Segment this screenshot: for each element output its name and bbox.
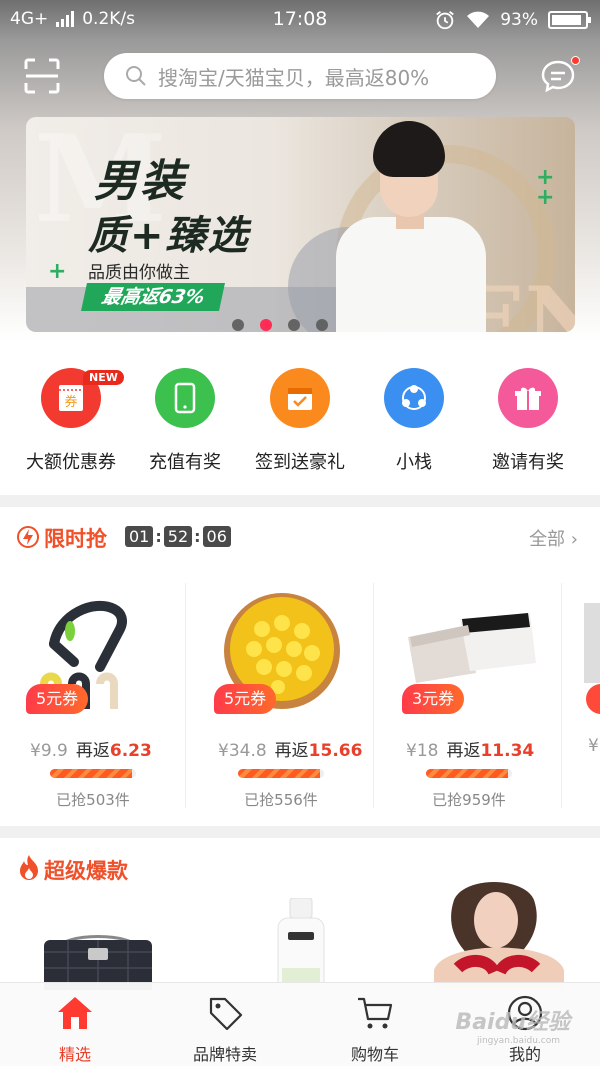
product-image-bottle[interactable] (276, 898, 326, 990)
wifi-icon (467, 11, 490, 28)
carousel-dots[interactable] (232, 319, 328, 331)
tab-brand-sale[interactable]: 品牌特卖 (150, 993, 300, 1065)
alarm-icon (436, 11, 455, 30)
timer-hours: 01 (125, 526, 154, 547)
home-icon (58, 997, 92, 1029)
carousel-dot[interactable] (288, 319, 300, 331)
tab-cart[interactable]: 购物车 (300, 993, 450, 1065)
flash-sale-header: 限时抢 01: 52: 06 全部 › (0, 517, 600, 557)
quick-item-invite[interactable]: 邀请有奖 (468, 368, 588, 474)
quick-item-shop[interactable]: 小栈 (354, 368, 474, 474)
share-nodes-icon (384, 368, 444, 428)
tab-label: 品牌特卖 (192, 1045, 257, 1064)
svg-text:券: 券 (64, 394, 77, 410)
product-card[interactable]: 5元券 ¥34.8 再返15.66 已抢556件 (188, 583, 374, 811)
product-card-partial[interactable]: ¥ (564, 583, 600, 811)
new-badge: NEW (83, 370, 124, 385)
price-line: ¥34.8 再返15.66 (218, 741, 363, 761)
quick-item-coupon[interactable]: 券 NEW 大额优惠券 (11, 368, 131, 474)
view-all-link[interactable]: 全部 › (529, 525, 578, 551)
sold-count: 已抢959件 (432, 791, 506, 809)
coupon-icon: 券 NEW (41, 368, 124, 428)
flash-sale-products: 5元券 ¥9.9 再返6.23 已抢503件 5元券 ¥34.8 再返15.66 已… (0, 583, 600, 813)
carousel-dot-active[interactable] (260, 319, 272, 331)
timer-minutes: 52 (163, 526, 193, 547)
tab-featured[interactable]: 精选 (0, 993, 150, 1065)
tab-label: 购物车 (350, 1045, 399, 1064)
calendar-icon (270, 368, 330, 428)
banner-title-2: 质+臻选 (88, 213, 250, 259)
coupon-tag: 5元券 (26, 684, 89, 714)
banner-title-1: 男装 (94, 156, 186, 207)
quick-item-label: 签到送豪礼 (255, 452, 345, 473)
coupon-tag: 3元券 (402, 684, 465, 714)
plus-decor-icon: + (48, 259, 67, 284)
product-card[interactable]: 5元券 ¥9.9 再返6.23 已抢503件 (0, 583, 186, 811)
flash-sale-title: 限时抢 (44, 527, 107, 551)
chevron-right-icon: › (570, 529, 578, 550)
product-image-lingerie-model[interactable] (414, 880, 584, 990)
model-image (326, 117, 496, 332)
lightning-icon (17, 526, 39, 548)
unread-dot (571, 56, 580, 65)
quick-item-label: 小栈 (396, 452, 432, 473)
search-input[interactable]: 搜淘宝/天猫宝贝，最高返80% (104, 53, 496, 99)
sold-count: 已抢556件 (244, 791, 318, 809)
product-image-handbag[interactable] (38, 930, 158, 990)
search-icon (126, 66, 146, 86)
watermark: Baidu经验 (455, 1010, 570, 1035)
banner-promo: 最高返63% (81, 283, 226, 311)
price-line: ¥9.9 再返6.23 (30, 741, 152, 761)
quick-item-label: 充值有奖 (149, 452, 221, 473)
coupon-tag-partial (586, 684, 600, 714)
progress-bar (50, 769, 136, 778)
watermark-url: jingyan.baidu.com (476, 1036, 560, 1046)
view-all-label: 全部 (529, 529, 566, 550)
price-partial: ¥ (588, 736, 599, 756)
scan-icon (24, 58, 60, 94)
price-line: ¥18 再返11.34 (406, 741, 535, 761)
battery-icon (548, 11, 591, 29)
hot-products (0, 880, 600, 990)
battery-percent: 93% (500, 10, 538, 30)
cart-icon (358, 997, 393, 1029)
sold-count: 已抢503件 (56, 791, 130, 809)
phone-icon (155, 368, 215, 428)
progress-bar (238, 769, 324, 778)
countdown-timer: 01: 52: 06 (125, 526, 231, 547)
quick-item-recharge[interactable]: 充值有奖 (125, 368, 245, 474)
section-divider (0, 826, 600, 838)
search-placeholder: 搜淘宝/天猫宝贝，最高返80% (158, 65, 430, 90)
tab-label: 精选 (58, 1045, 91, 1064)
quick-item-label: 邀请有奖 (492, 452, 564, 473)
plus-decor-icon: + (536, 185, 555, 210)
carousel-dot[interactable] (232, 319, 244, 331)
tag-icon (209, 997, 243, 1031)
promo-banner[interactable]: M EN 男装 质+臻选 品质由你做主 最高返63% + + + (26, 117, 575, 332)
timer-seconds: 06 (202, 526, 231, 547)
product-image-partial (584, 603, 600, 683)
gift-icon (498, 368, 558, 428)
status-bar: 4G+ 0.2K/s 17:08 93% (0, 0, 600, 40)
coupon-tag: 5元券 (214, 684, 277, 714)
quick-menu: 券 NEW 大额优惠券 充值有奖 签到送豪礼 小栈 邀请有奖 (0, 368, 600, 478)
carousel-dot[interactable] (316, 319, 328, 331)
banner-subtitle: 品质由你做主 (88, 263, 190, 283)
scan-button[interactable] (22, 56, 62, 96)
fire-icon (20, 855, 38, 880)
quick-item-label: 大额优惠券 (26, 452, 116, 473)
section-divider (0, 495, 600, 507)
progress-bar (426, 769, 512, 778)
quick-item-checkin[interactable]: 签到送豪礼 (240, 368, 360, 474)
product-card[interactable]: 3元券 ¥18 再返11.34 已抢959件 (376, 583, 562, 811)
message-button[interactable] (538, 56, 582, 96)
